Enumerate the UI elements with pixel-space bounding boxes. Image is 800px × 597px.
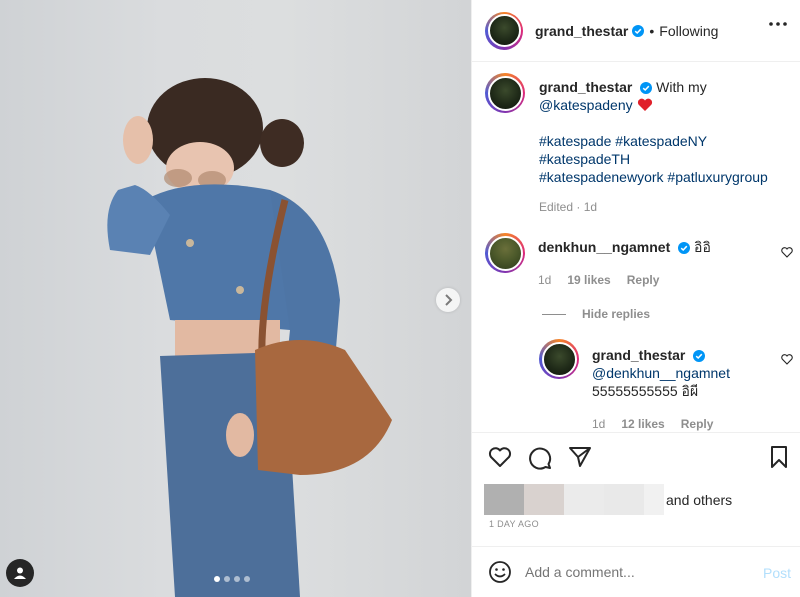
caption-hashtags-3[interactable]: #katespadenewyork #patluxurygroup bbox=[539, 168, 789, 186]
liker-avatar-blurred bbox=[604, 484, 644, 515]
reply-text: 55555555555 อิผี bbox=[592, 383, 699, 399]
post-date[interactable]: 1 DAY AGO bbox=[489, 519, 539, 529]
verified-badge-icon bbox=[678, 242, 691, 254]
post-caption: grand_thestar With my @katespadeny #kate… bbox=[485, 73, 789, 216]
like-reply-heart-icon[interactable] bbox=[781, 354, 793, 365]
commenter-avatar[interactable] bbox=[485, 233, 525, 273]
divider-line bbox=[542, 313, 566, 315]
carousel-dot bbox=[224, 576, 230, 582]
user-icon bbox=[14, 567, 26, 579]
more-options-icon[interactable] bbox=[769, 22, 787, 26]
post-side-panel: grand_thestar • Following grand_thestar … bbox=[471, 0, 800, 597]
reply-item: grand_thestar @denkhun__ngamnet 55555555… bbox=[539, 339, 730, 431]
comment-likes[interactable]: 19 likes bbox=[567, 271, 610, 289]
caption-hashtags-2[interactable]: #katespadeTH bbox=[539, 150, 789, 168]
caption-avatar[interactable] bbox=[485, 73, 525, 113]
caption-text: With my bbox=[656, 79, 707, 95]
following-button[interactable]: Following bbox=[659, 23, 718, 39]
header-separator: • bbox=[649, 22, 655, 39]
carousel-dot bbox=[234, 576, 240, 582]
verified-badge-icon bbox=[632, 24, 645, 37]
author-avatar[interactable] bbox=[485, 11, 523, 50]
post-comment-button[interactable]: Post bbox=[763, 565, 791, 581]
verified-badge-icon bbox=[693, 350, 706, 362]
comment-bubble-icon[interactable] bbox=[528, 446, 552, 470]
chevron-right-icon bbox=[445, 294, 453, 306]
caption-hashtags-1[interactable]: #katespade #katespadeNY bbox=[539, 132, 789, 150]
verified-badge-icon bbox=[640, 82, 653, 94]
caption-meta: Edited · 1d bbox=[539, 200, 598, 214]
liker-avatar-blurred bbox=[524, 484, 564, 515]
carousel-dot bbox=[244, 576, 250, 582]
reply-time[interactable]: 1d bbox=[592, 415, 605, 431]
liker-avatar-blurred bbox=[484, 484, 524, 515]
emoji-smiley-icon[interactable] bbox=[488, 560, 512, 584]
caption-username[interactable]: grand_thestar bbox=[539, 79, 632, 95]
post-dialog: grand_thestar • Following grand_thestar … bbox=[0, 0, 800, 597]
comment-reply-button[interactable]: Reply bbox=[627, 271, 660, 289]
share-paper-plane-icon[interactable] bbox=[568, 446, 592, 468]
post-header: grand_thestar • Following bbox=[472, 0, 800, 62]
reply-mention[interactable]: @denkhun__ngamnet bbox=[592, 364, 730, 382]
comment-item: denkhun__ngamnet อิอิ 1d 19 likes Reply bbox=[485, 233, 711, 289]
caption-mention[interactable]: @katespadeny bbox=[539, 97, 633, 113]
photo-illustration bbox=[107, 78, 392, 597]
reply-likes[interactable]: 12 likes bbox=[621, 415, 664, 431]
commenter-username[interactable]: denkhun__ngamnet bbox=[538, 239, 670, 255]
likes-others-text[interactable]: and others bbox=[666, 492, 732, 508]
save-bookmark-icon[interactable] bbox=[770, 446, 788, 468]
like-heart-icon[interactable] bbox=[488, 446, 512, 468]
comments-area[interactable]: grand_thestar With my @katespadeny #kate… bbox=[472, 63, 800, 431]
reply-avatar[interactable] bbox=[539, 339, 579, 379]
hide-replies-label: Hide replies bbox=[582, 307, 651, 321]
next-image-button[interactable] bbox=[436, 288, 460, 312]
like-comment-heart-icon[interactable] bbox=[781, 247, 793, 258]
action-bar bbox=[472, 432, 800, 484]
comment-time[interactable]: 1d bbox=[538, 271, 551, 289]
reply-reply-button[interactable]: Reply bbox=[681, 415, 714, 431]
hide-replies-button[interactable]: Hide replies bbox=[542, 307, 650, 321]
tagged-users-button[interactable] bbox=[6, 559, 34, 587]
red-heart-emoji-icon bbox=[637, 98, 652, 111]
likes-summary[interactable]: and others bbox=[484, 484, 732, 515]
reply-username[interactable]: grand_thestar bbox=[592, 347, 685, 363]
author-username[interactable]: grand_thestar bbox=[535, 23, 628, 39]
liker-avatar-blurred bbox=[564, 484, 604, 515]
carousel-indicator bbox=[214, 576, 250, 582]
post-photo[interactable] bbox=[0, 0, 471, 597]
add-comment-input[interactable] bbox=[525, 564, 745, 580]
liker-avatar-blurred bbox=[644, 484, 664, 515]
carousel-dot bbox=[214, 576, 220, 582]
comment-text: อิอิ bbox=[694, 239, 711, 255]
add-comment-bar: Post bbox=[472, 546, 800, 597]
